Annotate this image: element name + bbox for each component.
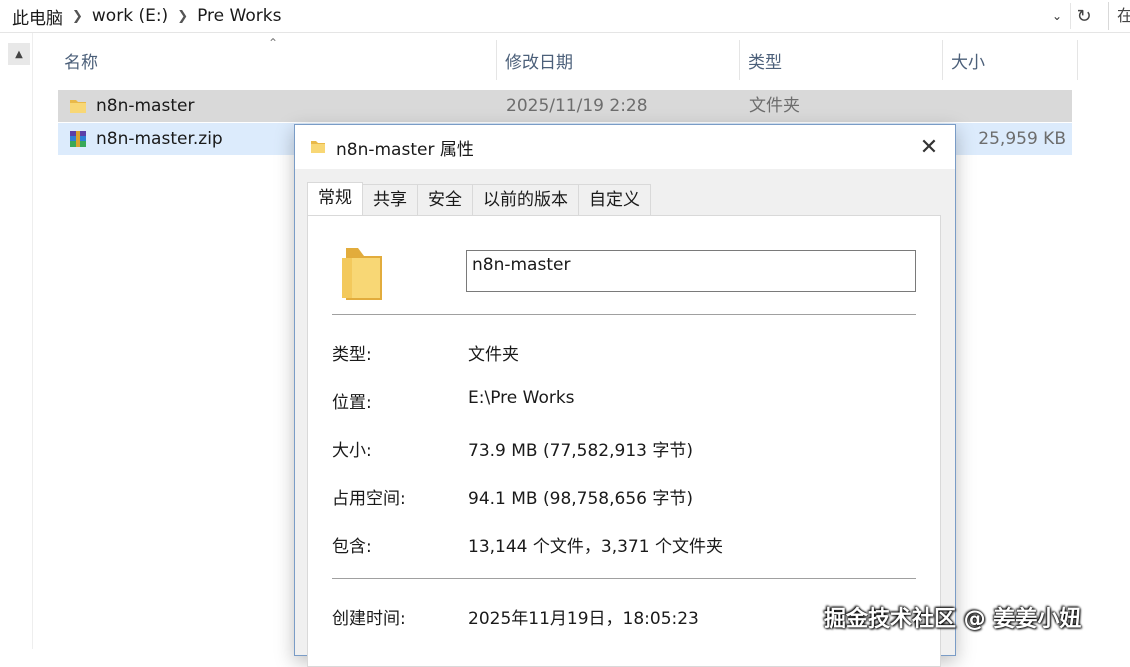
file-type: 文件夹: [749, 96, 800, 116]
watermark: 掘金技术社区 @ 姜姜小妞: [824, 607, 1082, 632]
divider: [332, 314, 916, 315]
tab-general[interactable]: 常规: [307, 182, 363, 215]
column-header-date-label: 修改日期: [505, 52, 573, 73]
properties-dialog: n8n-master 属性 ✕ 常规 共享 安全 以前的版本 自定义 类型: 文…: [294, 124, 956, 667]
created-value: 2025年11月19日，18:05:23: [468, 609, 699, 629]
navigation-pane[interactable]: [0, 33, 33, 649]
folder-icon: [70, 100, 86, 113]
tab-bar: 常规 共享 安全 以前的版本 自定义: [307, 182, 651, 216]
tab-security[interactable]: 安全: [417, 184, 473, 215]
breadcrumb-this-pc[interactable]: 此电脑: [12, 4, 63, 29]
scroll-up-arrow-icon[interactable]: ▲: [8, 43, 30, 65]
file-name: n8n-master: [96, 96, 195, 116]
zip-archive-icon: [70, 131, 86, 147]
search-input[interactable]: 在: [1108, 2, 1130, 30]
column-header-date[interactable]: 修改日期: [497, 40, 740, 80]
file-size: 25,959 KB: [978, 129, 1066, 149]
created-label: 创建时间:: [332, 609, 406, 629]
disk-size-value: 94.1 MB (98,758,656 字节): [468, 489, 693, 509]
file-date: 2025/11/19 2:28: [506, 96, 648, 116]
size-label: 大小:: [332, 441, 372, 461]
file-row[interactable]: n8n-master 2025/11/19 2:28 文件夹: [58, 90, 1072, 122]
location-value: E:\Pre Works: [468, 388, 575, 408]
refresh-icon[interactable]: ↻: [1070, 3, 1097, 29]
tab-customize[interactable]: 自定义: [578, 184, 651, 215]
folder-name-input[interactable]: [466, 250, 916, 292]
folder-icon: [311, 141, 325, 153]
column-header-name[interactable]: 名称: [56, 40, 497, 80]
chevron-down-icon[interactable]: ⌄: [1046, 4, 1068, 28]
type-label: 类型:: [332, 345, 372, 365]
column-header-type-label: 类型: [748, 52, 782, 73]
breadcrumb-drive[interactable]: work (E:): [92, 6, 168, 26]
folder-icon: [342, 248, 382, 300]
file-name: n8n-master.zip: [96, 129, 223, 149]
search-glyph: 在: [1117, 6, 1130, 25]
breadcrumb-folder[interactable]: Pre Works: [197, 6, 281, 26]
close-icon[interactable]: ✕: [909, 131, 949, 163]
location-label: 位置:: [332, 393, 372, 413]
contains-value: 13,144 个文件，3,371 个文件夹: [468, 537, 723, 557]
dialog-title: n8n-master 属性: [336, 140, 474, 160]
column-header-type[interactable]: 类型: [740, 40, 943, 80]
contains-label: 包含:: [332, 537, 372, 557]
column-header-size-label: 大小: [951, 52, 985, 73]
tab-sharing[interactable]: 共享: [362, 184, 418, 215]
general-tab-panel: 类型: 文件夹 位置: E:\Pre Works 大小: 73.9 MB (77…: [307, 215, 941, 667]
type-value: 文件夹: [468, 345, 519, 365]
tab-previous-versions[interactable]: 以前的版本: [472, 184, 579, 215]
size-value: 73.9 MB (77,582,913 字节): [468, 441, 693, 461]
chevron-right-icon[interactable]: ❯: [177, 9, 188, 24]
breadcrumb: 此电脑 ❯ work (E:) ❯ Pre Works: [12, 4, 281, 29]
column-header-name-label: 名称: [64, 52, 98, 73]
disk-size-label: 占用空间:: [332, 489, 406, 509]
chevron-right-icon[interactable]: ❯: [72, 9, 83, 24]
column-header-size[interactable]: 大小: [943, 40, 1078, 80]
divider: [332, 578, 916, 579]
